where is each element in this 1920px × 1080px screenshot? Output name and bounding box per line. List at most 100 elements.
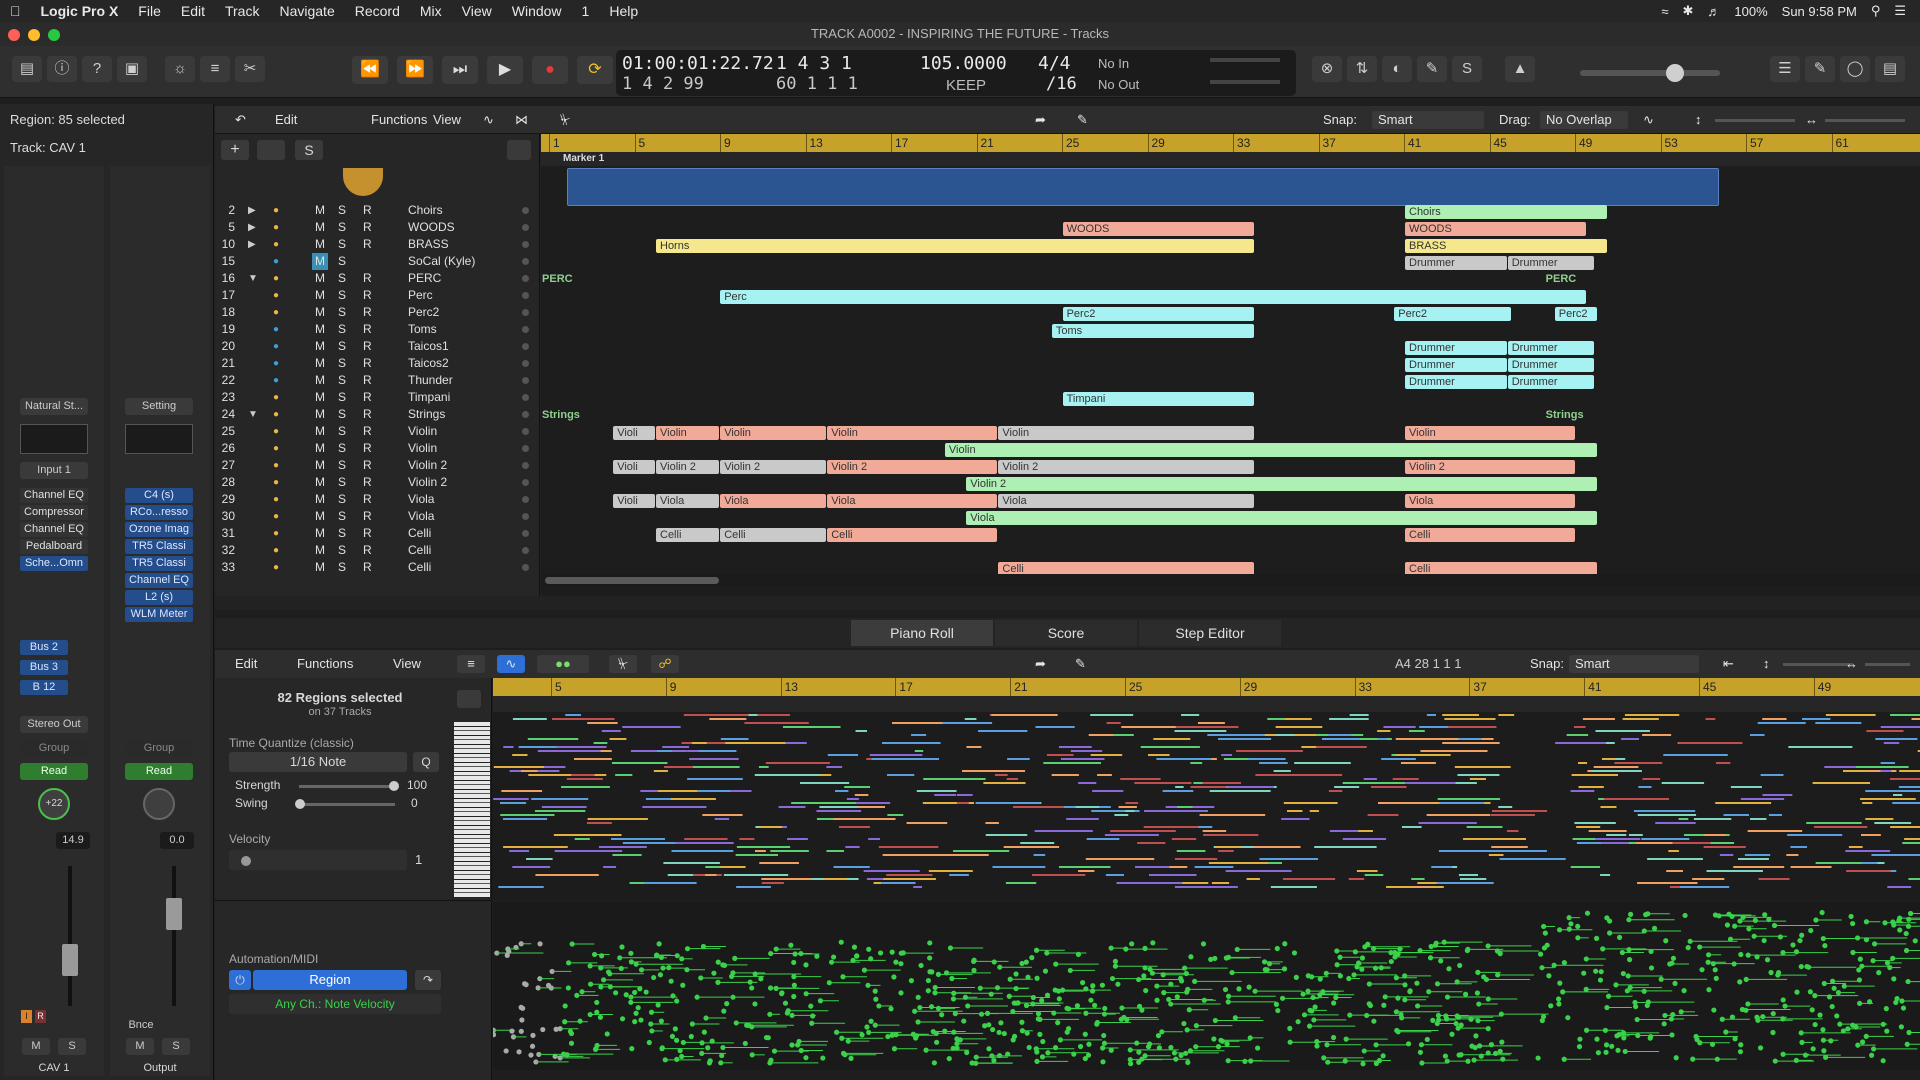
midi-note[interactable] [1283, 802, 1338, 804]
midi-note[interactable] [689, 758, 739, 760]
velocity-point[interactable] [893, 959, 899, 965]
velocity-point[interactable] [1850, 920, 1856, 927]
velocity-point[interactable] [1869, 1052, 1875, 1058]
velocity-point[interactable] [1473, 1033, 1479, 1039]
midi-note[interactable] [1156, 758, 1212, 760]
track-on-indicator[interactable] [522, 326, 529, 333]
track-name[interactable]: PERC [408, 270, 441, 287]
velocity-lane[interactable] [493, 902, 1920, 1070]
velocity-point[interactable] [1457, 962, 1463, 969]
midi-note[interactable] [719, 714, 776, 716]
midi-note[interactable] [928, 870, 973, 872]
midi-note[interactable] [1439, 802, 1485, 804]
velocity-point[interactable] [1052, 987, 1058, 993]
record-button[interactable]: ● [532, 56, 568, 84]
velocity-point[interactable] [673, 1037, 680, 1043]
velocity-point[interactable] [1101, 1032, 1107, 1039]
vertical-zoom-slider[interactable] [1715, 119, 1795, 122]
midi-note[interactable] [667, 874, 694, 876]
midi-note[interactable] [1144, 810, 1207, 812]
midi-region[interactable]: Violin [944, 443, 1597, 457]
velocity-point[interactable] [779, 991, 785, 997]
replace-icon[interactable]: ⊗ [1312, 56, 1342, 82]
velocity-point[interactable] [1621, 1035, 1627, 1041]
velocity-point[interactable] [493, 1032, 497, 1038]
midi-note[interactable] [691, 742, 707, 744]
midi-note[interactable] [1381, 758, 1416, 760]
midi-note[interactable] [1110, 830, 1176, 832]
midi-note[interactable] [1153, 738, 1191, 740]
midi-note[interactable] [1218, 738, 1272, 740]
tracks-functions-menu[interactable]: Functions [371, 111, 427, 129]
midi-region[interactable]: Drummer [1405, 341, 1507, 355]
velocity-slider-thumb[interactable] [241, 856, 251, 866]
midi-note[interactable] [1287, 810, 1303, 812]
midi-note[interactable] [1812, 782, 1871, 784]
midi-note[interactable] [887, 774, 915, 776]
midi-note[interactable] [869, 754, 923, 756]
tab-piano-roll[interactable]: Piano Roll [851, 620, 993, 646]
velocity-point[interactable] [705, 1045, 711, 1051]
track-record-button[interactable]: R [363, 338, 372, 355]
midi-note[interactable] [1578, 786, 1604, 788]
track-solo-button[interactable]: S [338, 321, 346, 338]
disclosure-triangle-icon[interactable]: ▶ [248, 202, 256, 219]
velocity-point[interactable] [1626, 957, 1633, 963]
midi-note[interactable] [1363, 778, 1377, 780]
midi-note[interactable] [1120, 778, 1161, 780]
velocity-point[interactable] [1500, 1056, 1506, 1062]
track-record-button[interactable]: R [363, 542, 372, 559]
velocity-point[interactable] [1821, 1048, 1827, 1054]
midi-note[interactable] [1438, 850, 1494, 852]
midi-note[interactable] [1090, 754, 1123, 756]
velocity-point[interactable] [873, 996, 879, 1002]
track-row[interactable]: 29 ● M S R Viola [215, 491, 539, 508]
midi-note[interactable] [1876, 862, 1885, 864]
velocity-point[interactable] [1092, 1002, 1098, 1008]
midi-note[interactable] [1033, 854, 1046, 856]
velocity-point[interactable] [1485, 1050, 1491, 1056]
velocity-point[interactable] [1731, 961, 1737, 967]
midi-note[interactable] [1786, 854, 1799, 856]
midi-note[interactable] [1576, 842, 1601, 844]
automation-read[interactable]: Read [20, 763, 88, 780]
midi-note[interactable] [1692, 878, 1725, 880]
midi-note[interactable] [1342, 782, 1405, 784]
midi-note[interactable] [1733, 866, 1785, 868]
midi-note[interactable] [1762, 794, 1793, 796]
velocity-point[interactable] [1848, 913, 1854, 920]
midi-note[interactable] [736, 886, 771, 888]
velocity-point[interactable] [1661, 1021, 1667, 1027]
midi-note[interactable] [1862, 802, 1873, 804]
pr-collapse-icon[interactable]: ≡ [457, 655, 485, 673]
velocity-point[interactable] [1891, 976, 1897, 982]
midi-region[interactable]: Drummer [1507, 358, 1595, 372]
track-row[interactable]: 27 ● M S R Violin 2 [215, 457, 539, 474]
midi-region[interactable]: WOODS [1062, 222, 1255, 236]
midi-note[interactable] [736, 846, 791, 848]
midi-note[interactable] [1215, 846, 1242, 848]
track-name[interactable]: BRASS [408, 236, 449, 253]
midi-note[interactable] [816, 810, 862, 812]
midi-region[interactable]: Viola [998, 494, 1255, 508]
midi-note[interactable] [1190, 762, 1203, 764]
midi-note[interactable] [1594, 766, 1639, 768]
midi-note[interactable] [1675, 886, 1730, 888]
track-on-indicator[interactable] [522, 292, 529, 299]
midi-note[interactable] [1663, 754, 1728, 756]
eq-thumbnail-output[interactable] [125, 424, 193, 454]
piano-roll-grid[interactable]: 5 9 13 17 21 25 29 33 37 41 45 49 [493, 678, 1920, 900]
midi-note[interactable] [1880, 770, 1892, 772]
midi-note[interactable] [1349, 714, 1369, 716]
midi-note[interactable] [835, 790, 849, 792]
velocity-point[interactable] [1603, 1049, 1609, 1055]
midi-note[interactable] [512, 718, 547, 720]
midi-note[interactable] [512, 754, 528, 756]
track-solo-button[interactable]: S [338, 525, 346, 542]
velocity-point[interactable] [1602, 1027, 1609, 1033]
velocity-point[interactable] [1673, 1055, 1679, 1061]
midi-note[interactable] [863, 870, 920, 872]
velocity-point[interactable] [1331, 1000, 1337, 1006]
track-solo-button[interactable]: S [338, 355, 346, 372]
velocity-point[interactable] [1883, 1006, 1889, 1012]
